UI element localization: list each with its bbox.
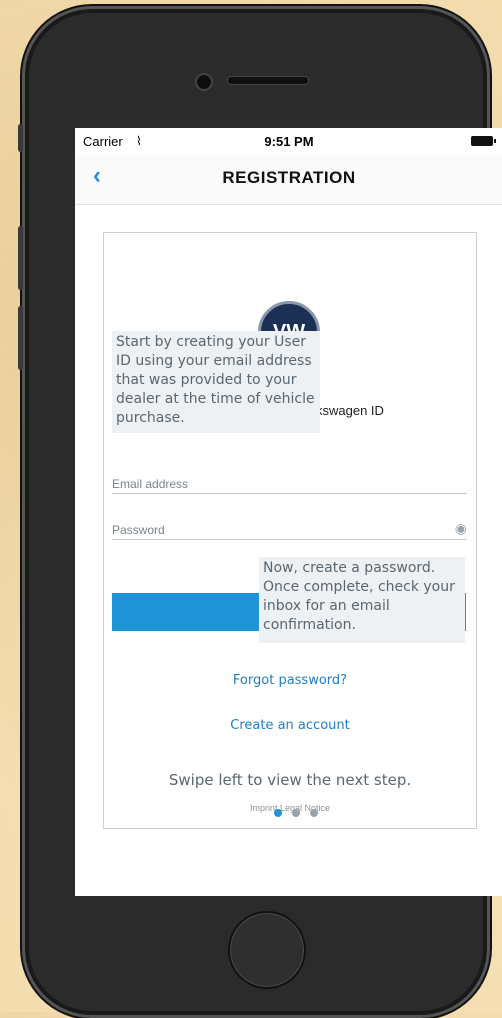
page-dot	[310, 809, 318, 817]
tutorial-tip-password: Now, create a password. Once complete, c…	[259, 557, 465, 643]
email-field[interactable]: Email address	[112, 477, 467, 494]
phone-frame: Carrier ⌇ 9:51 PM ‹ REGISTRATION VW kswa…	[18, 6, 502, 1018]
status-time: 9:51 PM	[264, 134, 314, 149]
earpiece-speaker	[227, 76, 309, 85]
brand-id-label: kswagen ID	[316, 403, 384, 418]
front-camera	[195, 73, 213, 91]
password-placeholder: Password	[112, 523, 165, 537]
page-indicator	[269, 804, 323, 822]
home-button[interactable]	[228, 911, 306, 989]
page-dot	[292, 809, 300, 817]
email-placeholder: Email address	[112, 477, 189, 491]
battery-icon	[471, 136, 496, 146]
login-card: VW kswagen ID Start by creating your Use…	[103, 232, 477, 829]
mute-switch	[18, 124, 23, 152]
eye-icon[interactable]: ◉	[455, 520, 467, 537]
volume-down-button	[18, 306, 23, 370]
create-account-link[interactable]: Create an account	[104, 718, 476, 733]
app-screen: Carrier ⌇ 9:51 PM ‹ REGISTRATION VW kswa…	[75, 128, 502, 896]
page-title: REGISTRATION	[222, 168, 356, 187]
status-bar: Carrier ⌇ 9:51 PM	[75, 128, 502, 156]
page-dot	[274, 809, 282, 817]
volume-up-button	[18, 226, 23, 290]
forgot-password-link[interactable]: Forgot password?	[104, 673, 476, 688]
navigation-bar: ‹ REGISTRATION	[75, 156, 502, 205]
login-button[interactable]	[112, 593, 262, 631]
swipe-hint: Swipe left to view the next step.	[168, 771, 412, 789]
password-field[interactable]: Password ◉	[112, 520, 467, 540]
tutorial-tip-user-id: Start by creating your User ID using you…	[112, 331, 320, 433]
